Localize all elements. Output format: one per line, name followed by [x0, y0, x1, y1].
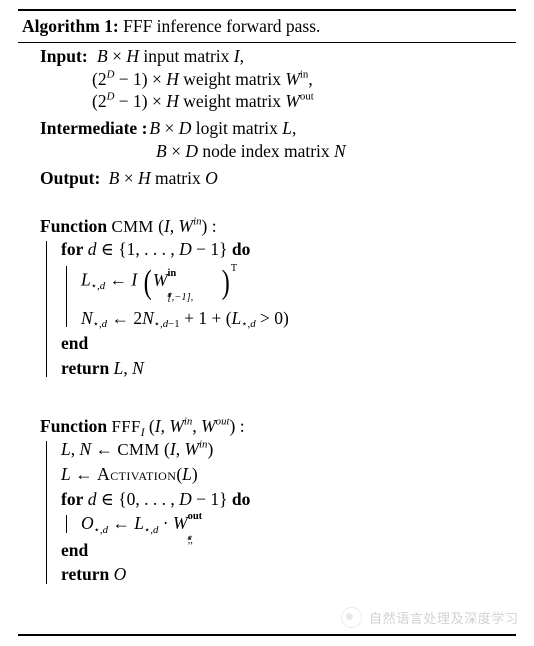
algorithm-bottom-rule [18, 634, 516, 636]
input-line-1: Input: B × H input matrix I, [40, 46, 244, 67]
spacer-before-cmm [18, 192, 516, 218]
for-loop-cmm-body: L⋆,d ← I (W in[N ⋆, d −1], ⋆) T N⋆,d ← 2N⋆,d−1… [66, 262, 516, 331]
output-label: Output: [40, 167, 101, 188]
statement-activation: L ← Activation(L) [61, 463, 198, 484]
function-cmm-body: for d ∈ {1, . . . , D − 1} do L⋆,d ← I (… [46, 239, 516, 378]
function-name-fff: FFF [111, 417, 141, 437]
input-line-2: (2D − 1) × H weight matrix Win, [92, 68, 313, 89]
input-label: Input: [40, 46, 88, 67]
function-name-cmm: CMM [111, 217, 154, 237]
intermediate-row: Intermediate :B × D logit matrix L, B × … [40, 117, 516, 162]
function-keyword-cmm: Function [40, 216, 108, 237]
for-loop-fff-header: for d ∈ {0, . . . , D − 1} do [61, 488, 251, 509]
return-keyword-fff: return [61, 564, 110, 585]
activation-name: Activation [96, 463, 177, 484]
function-cmm-header: Function CMM (I, Win) : [40, 216, 217, 237]
for-loop-cmm-header: for d ∈ {1, . . . , D − 1} do [61, 239, 251, 260]
function-keyword-fff: Function [40, 416, 108, 437]
do-keyword-fff: do [231, 488, 251, 509]
algorithm-caption-title: FFF inference forward pass. [123, 16, 321, 36]
intermediate-line-1: Intermediate :B × D logit matrix L, [40, 117, 297, 138]
spacer-before-fff [18, 384, 516, 418]
end-keyword-fff: end [61, 539, 89, 560]
circle-dotted-logo-icon [341, 607, 362, 628]
algorithm-body: Input: B × H input matrix I, (2D − 1) × … [18, 43, 516, 596]
algorithm-caption-label: Algorithm 1: [22, 16, 119, 36]
output-row: Output: B × H matrix O [40, 167, 516, 188]
algorithm-caption: Algorithm 1: FFF inference forward pass. [18, 11, 516, 42]
watermark: 自然语言处理及深度学习 [341, 607, 519, 628]
end-keyword-cmm: end [61, 333, 89, 354]
function-cmm: Function CMM (I, Win) : for d ∈ {1, . . … [18, 216, 516, 378]
cmm-call-name: CMM [117, 440, 160, 460]
intermediate-line-2: B × D node index matrix N [156, 141, 346, 162]
for-keyword-cmm: for [61, 239, 84, 260]
intermediate-label: Intermediate : [40, 117, 148, 138]
return-statement-cmm: return L, N [61, 357, 144, 378]
function-fff-body: L, N ← CMM (I, Win) L ← Activation(L) fo… [46, 438, 516, 585]
function-fff-subscript: I [140, 427, 145, 440]
input-row: Input: B × H input matrix I, (2D − 1) × … [40, 48, 516, 111]
io-section: Input: B × H input matrix I, (2D − 1) × … [18, 48, 516, 187]
statement-O-update: O⋆,d ← L⋆,d · Wout N ⋆, d, ⋆ [81, 511, 203, 546]
return-keyword-cmm: return [61, 357, 110, 378]
do-keyword-cmm: do [231, 239, 251, 260]
input-line-3: (2D − 1) × H weight matrix Wout [92, 91, 314, 112]
statement-N-update: N⋆,d ← 2N⋆,d−1 + 1 + (L⋆,d > 0) [81, 307, 289, 331]
statement-cmm-call: L, N ← CMM (I, Win) [61, 438, 214, 460]
for-loop-fff-body: O⋆,d ← L⋆,d · Wout N ⋆, d, ⋆ [66, 511, 516, 546]
statement-L-update: L⋆,d ← I (W in[N ⋆, d −1], ⋆) T [81, 262, 238, 303]
watermark-text: 自然语言处理及深度学习 [369, 612, 519, 627]
output-line: Output: B × H matrix O [40, 167, 218, 188]
return-statement-fff: return O [61, 564, 127, 585]
for-keyword-fff: for [61, 488, 84, 509]
function-fff-header: Function FFFI (I, Win, Wout) : [40, 415, 245, 440]
function-fff: Function FFFI (I, Win, Wout) : L, N ← CM… [18, 415, 516, 585]
algorithm-block: Algorithm 1: FFF inference forward pass.… [18, 9, 516, 597]
